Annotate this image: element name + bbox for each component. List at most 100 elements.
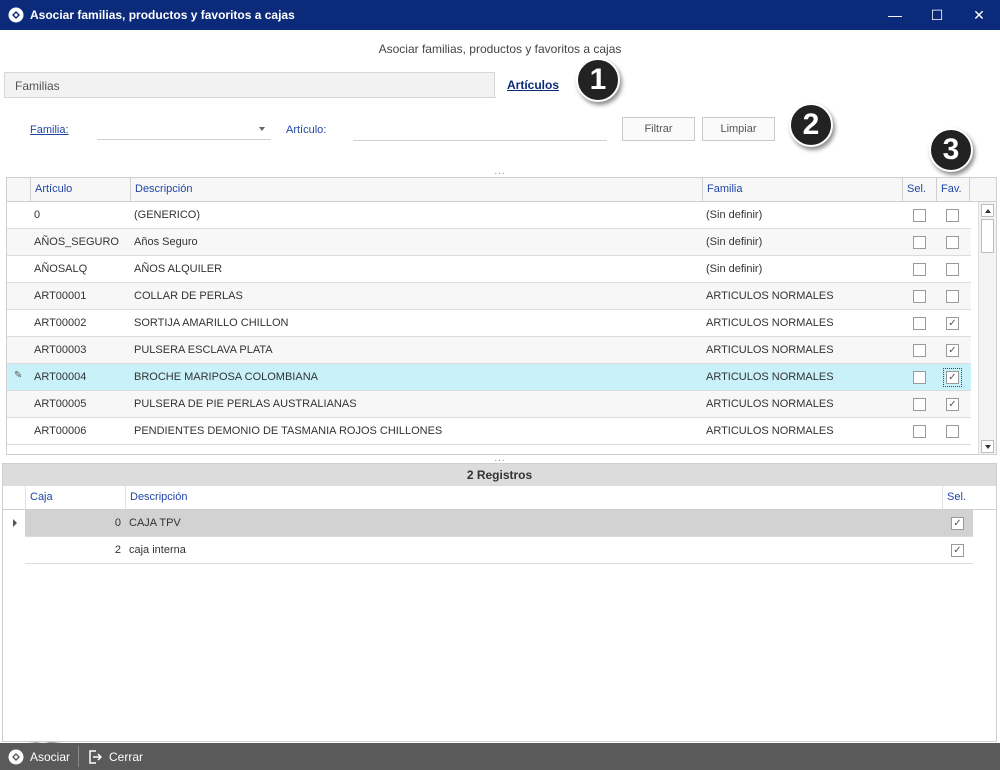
- column-header-fav[interactable]: Fav.: [936, 178, 969, 201]
- cell-familia[interactable]: ARTICULOS NORMALES: [702, 310, 902, 336]
- chevron-down-icon: [259, 127, 265, 131]
- edit-pencil-icon: ✎: [14, 370, 23, 381]
- sel-checkbox[interactable]: [913, 209, 926, 222]
- scroll-up-icon[interactable]: [981, 204, 994, 217]
- limpiar-button[interactable]: Limpiar: [702, 117, 775, 141]
- tab-articulos[interactable]: Artículos: [496, 72, 996, 98]
- table-row[interactable]: ART00006 PENDIENTES DEMONIO DE TASMANIA R…: [7, 418, 971, 445]
- app-logo-icon: [8, 7, 24, 23]
- cell-caja[interactable]: 0: [25, 510, 121, 536]
- table-row[interactable]: 0 CAJA TPV ✓: [25, 510, 973, 537]
- cell-articulo[interactable]: ART00006: [30, 418, 130, 444]
- cell-familia[interactable]: ARTICULOS NORMALES: [702, 337, 902, 363]
- column-header-caja-descripcion[interactable]: Descripción: [125, 486, 942, 509]
- sel-checkbox[interactable]: [913, 398, 926, 411]
- table-row[interactable]: ART00002 SORTIJA AMARILLO CHILLON ARTICULO…: [7, 310, 971, 337]
- articles-grid: Artículo Descripción Familia Sel. Fav. 0…: [6, 177, 997, 455]
- sel-checkbox[interactable]: [913, 371, 926, 384]
- column-header-articulo[interactable]: Artículo: [30, 178, 130, 201]
- header-spacer: [969, 178, 996, 201]
- cell-descripcion[interactable]: COLLAR DE PERLAS: [130, 283, 702, 309]
- callout-badge-3: 3: [929, 128, 973, 172]
- table-row[interactable]: ✎ ART00004 BROCHE MARIPOSA COLOMBIANA ARTIC…: [7, 364, 971, 391]
- asociar-label: Asociar: [30, 749, 71, 764]
- cell-articulo[interactable]: ART00004: [30, 364, 130, 390]
- fav-checkbox[interactable]: [946, 263, 959, 276]
- cell-articulo[interactable]: 0: [30, 202, 130, 228]
- asociar-icon: [8, 749, 24, 764]
- sel-checkbox[interactable]: [913, 344, 926, 357]
- tab-familias[interactable]: Familias: [4, 72, 495, 98]
- cell-familia[interactable]: ARTICULOS NORMALES: [702, 391, 902, 417]
- cell-descripcion[interactable]: BROCHE MARIPOSA COLOMBIANA: [130, 364, 702, 390]
- cell-descripcion[interactable]: AÑOS ALQUILER: [130, 256, 702, 282]
- sel-checkbox[interactable]: [913, 236, 926, 249]
- cell-familia[interactable]: (Sin definir): [702, 256, 902, 282]
- fav-checkbox[interactable]: ✓: [946, 317, 959, 330]
- cell-caja-descripcion[interactable]: caja interna: [129, 537, 929, 563]
- familia-dropdown[interactable]: [97, 120, 271, 140]
- asociar-button[interactable]: Asociar: [0, 743, 78, 770]
- fav-checkbox[interactable]: [946, 425, 959, 438]
- cell-articulo[interactable]: ART00002: [30, 310, 130, 336]
- column-header-caja[interactable]: Caja: [25, 486, 125, 509]
- column-header-descripcion[interactable]: Descripción: [130, 178, 702, 201]
- splitter-handle-top[interactable]: ...: [485, 166, 515, 177]
- cell-descripcion[interactable]: (GENERICO): [130, 202, 702, 228]
- column-header-caja-sel[interactable]: Sel.: [942, 486, 973, 509]
- table-row[interactable]: ART00003 PULSERA ESCLAVA PLATA ARTICULOS N…: [7, 337, 971, 364]
- cell-descripcion[interactable]: PULSERA ESCLAVA PLATA: [130, 337, 702, 363]
- cell-articulo[interactable]: ART00003: [30, 337, 130, 363]
- table-row[interactable]: AÑOS_SEGURO Años Seguro (Sin definir): [7, 229, 971, 256]
- cell-caja-descripcion[interactable]: CAJA TPV: [129, 510, 929, 536]
- fav-checkbox[interactable]: ✓: [943, 368, 962, 387]
- cell-articulo[interactable]: AÑOS_SEGURO: [30, 229, 130, 255]
- sel-checkbox[interactable]: [913, 317, 926, 330]
- table-row[interactable]: AÑOSALQ AÑOS ALQUILER (Sin definir): [7, 256, 971, 283]
- sel-checkbox[interactable]: [913, 425, 926, 438]
- cell-articulo[interactable]: ART00001: [30, 283, 130, 309]
- table-row[interactable]: ART00005 PULSERA DE PIE PERLAS AUSTRALIAN…: [7, 391, 971, 418]
- articulo-input[interactable]: [353, 121, 607, 141]
- column-header-sel[interactable]: Sel.: [902, 178, 936, 201]
- cell-articulo[interactable]: ART00005: [30, 391, 130, 417]
- fav-checkbox[interactable]: ✓: [946, 398, 959, 411]
- articulo-label: Artículo:: [286, 124, 327, 136]
- cell-descripcion[interactable]: Años Seguro: [130, 229, 702, 255]
- cell-descripcion[interactable]: PULSERA DE PIE PERLAS AUSTRALIANAS: [130, 391, 702, 417]
- fav-checkbox[interactable]: ✓: [946, 344, 959, 357]
- cell-caja[interactable]: 2: [25, 537, 121, 563]
- sel-checkbox[interactable]: [913, 290, 926, 303]
- cell-familia[interactable]: (Sin definir): [702, 229, 902, 255]
- cell-descripcion[interactable]: PENDIENTES DEMONIO DE TASMANIA ROJOS CHI…: [130, 418, 702, 444]
- scroll-thumb[interactable]: [981, 219, 994, 253]
- cajas-record-count: 2 Registros: [3, 464, 996, 486]
- cerrar-button[interactable]: Cerrar: [79, 743, 151, 770]
- cell-articulo[interactable]: AÑOSALQ: [30, 256, 130, 282]
- table-row[interactable]: ART00001 COLLAR DE PERLAS ARTICULOS NORMAL…: [7, 283, 971, 310]
- minimize-button[interactable]: —: [874, 0, 916, 30]
- table-row[interactable]: 2 caja interna ✓: [25, 537, 973, 564]
- cell-familia[interactable]: ARTICULOS NORMALES: [702, 364, 902, 390]
- fav-checkbox[interactable]: [946, 236, 959, 249]
- cell-descripcion[interactable]: SORTIJA AMARILLO CHILLON: [130, 310, 702, 336]
- caja-sel-checkbox[interactable]: ✓: [951, 517, 964, 530]
- scroll-down-icon[interactable]: [981, 440, 994, 453]
- caja-sel-checkbox[interactable]: ✓: [951, 544, 964, 557]
- cell-familia[interactable]: ARTICULOS NORMALES: [702, 283, 902, 309]
- cell-familia[interactable]: (Sin definir): [702, 202, 902, 228]
- window-title: Asociar familias, productos y favoritos …: [30, 8, 295, 22]
- articles-vertical-scrollbar[interactable]: [978, 202, 996, 454]
- table-row[interactable]: 0 (GENERICO) (Sin definir): [7, 202, 971, 229]
- fav-checkbox[interactable]: [946, 209, 959, 222]
- cell-familia[interactable]: ARTICULOS NORMALES: [702, 418, 902, 444]
- close-button[interactable]: ✕: [958, 0, 1000, 30]
- sel-checkbox[interactable]: [913, 263, 926, 276]
- familia-label-link[interactable]: Familia:: [30, 124, 69, 136]
- maximize-button[interactable]: ☐: [916, 0, 958, 30]
- page-title: Asociar familias, productos y favoritos …: [378, 42, 622, 56]
- column-header-familia[interactable]: Familia: [702, 178, 902, 201]
- filtrar-button[interactable]: Filtrar: [622, 117, 695, 141]
- fav-checkbox[interactable]: [946, 290, 959, 303]
- tab-divider: [4, 97, 496, 98]
